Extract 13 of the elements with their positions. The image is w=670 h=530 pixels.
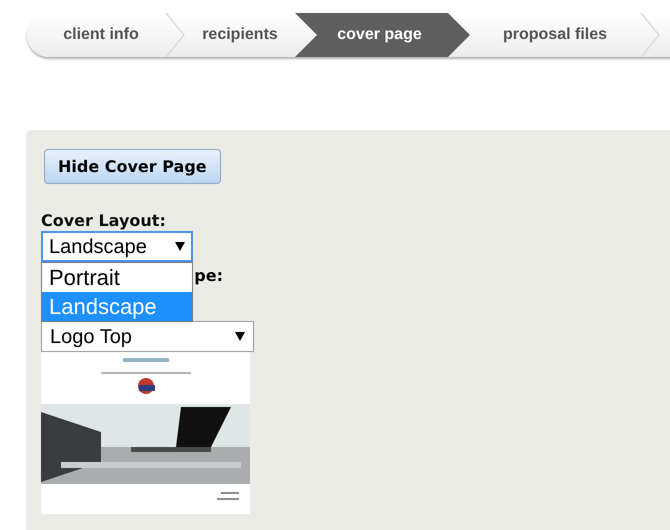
caret-icon <box>175 242 185 251</box>
wizard-step[interactable]: proposal files <box>470 13 640 57</box>
hide-cover-page-button[interactable]: Hide Cover Page <box>44 149 221 184</box>
wizard-step[interactable]: recipients <box>185 13 295 57</box>
field-label: pe: <box>194 265 223 287</box>
caret-icon <box>235 332 245 341</box>
wizard-step[interactable]: cover page <box>295 13 470 57</box>
chevron-divider-icon <box>640 13 660 57</box>
wizard-step[interactable]: client info <box>27 13 165 57</box>
field-label: Cover Layout: <box>41 211 167 231</box>
chevron-divider-icon <box>165 13 185 57</box>
layout-select[interactable]: Landscape <box>41 231 193 262</box>
type-select[interactable]: Logo Top <box>41 321 254 352</box>
